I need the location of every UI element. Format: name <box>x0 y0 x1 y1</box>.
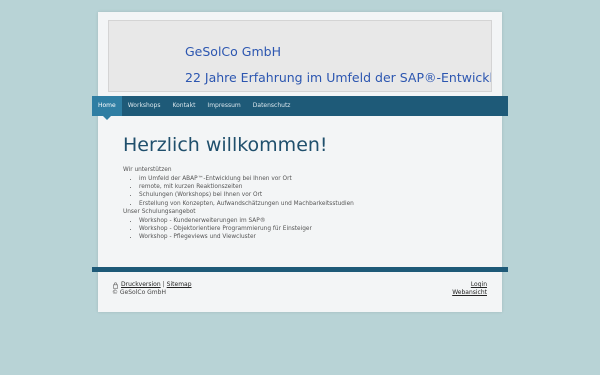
list-item: Workshop - Pflegeviews und Viewcluster <box>139 233 483 241</box>
main-navigation: Home Workshops Kontakt Impressum Datensc… <box>92 96 508 120</box>
footer-separator: | <box>162 281 165 288</box>
nav-datenschutz[interactable]: Datenschutz <box>247 96 297 116</box>
list-item: im Umfeld der ABAP™-Entwicklung bei Ihne… <box>139 175 483 183</box>
print-version-link[interactable]: Druckversion <box>121 281 161 289</box>
login-link[interactable]: Login <box>452 281 487 289</box>
workshop-list: Workshop - Kundenerweiterungen im SAP® W… <box>123 217 483 242</box>
list-item: Workshop - Kundenerweiterungen im SAP® <box>139 217 483 225</box>
support-list: im Umfeld der ABAP™-Entwicklung bei Ihne… <box>123 175 483 208</box>
list-item: Erstellung von Konzepten, Aufwandschätzu… <box>139 200 483 208</box>
webview-link[interactable]: Webansicht <box>452 289 487 297</box>
list-item: Workshop - Objektorientiere Programmieru… <box>139 225 483 233</box>
footer-right: Login Webansicht <box>452 281 487 297</box>
print-icon <box>113 281 118 289</box>
nav-workshops[interactable]: Workshops <box>122 96 167 116</box>
tagline: 22 Jahre Erfahrung im Umfeld der SAP®-En… <box>185 70 492 85</box>
offer-heading: Unser Schulungsangebot <box>123 208 196 215</box>
support-intro: Wir unterstützen <box>123 167 172 173</box>
nav-home[interactable]: Home <box>92 96 122 120</box>
footer-divider <box>92 267 508 272</box>
nav-impressum[interactable]: Impressum <box>201 96 246 116</box>
header-banner: GeSolCo GmbH 22 Jahre Erfahrung im Umfel… <box>108 20 492 92</box>
main-content: Herzlich willkommen! Wir unterstützen im… <box>123 134 483 241</box>
copyright: © GeSolCo GmbH <box>112 289 166 296</box>
company-name: GeSolCo GmbH <box>185 44 281 59</box>
list-item: Schulungen (Workshops) bei Ihnen vor Ort <box>139 191 483 199</box>
sitemap-link[interactable]: Sitemap <box>167 281 192 289</box>
page-title: Herzlich willkommen! <box>123 134 328 156</box>
nav-kontakt[interactable]: Kontakt <box>166 96 201 116</box>
footer-left: Druckversion | Sitemap © GeSolCo GmbH <box>112 281 192 297</box>
footer-links: Druckversion | Sitemap <box>112 281 192 289</box>
list-item: remote, mit kurzen Reaktionszeiten <box>139 183 483 191</box>
